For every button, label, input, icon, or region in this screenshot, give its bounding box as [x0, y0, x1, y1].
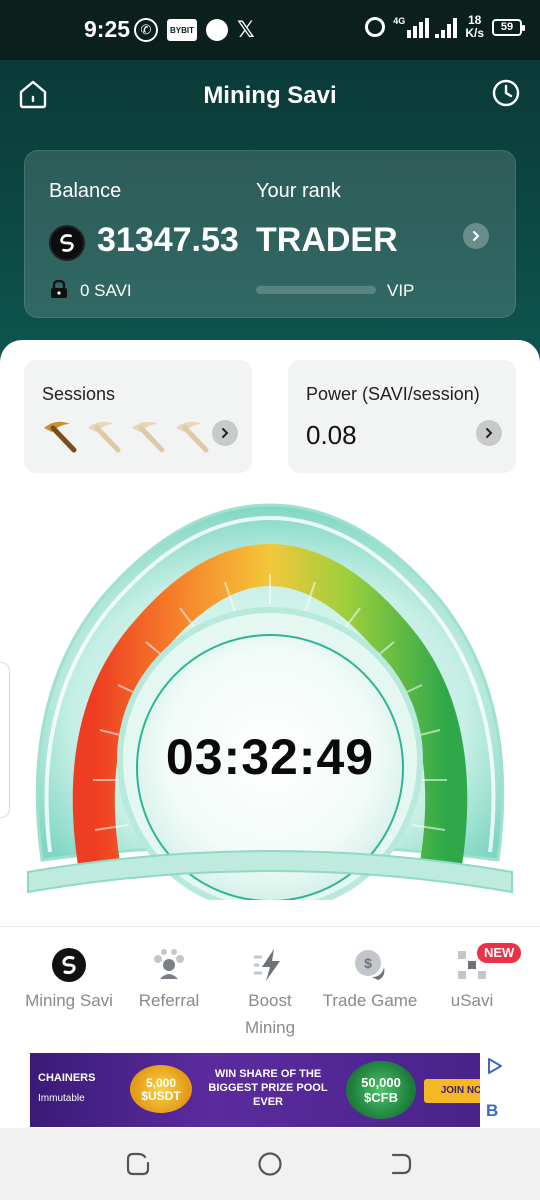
- ad-network-logo: B: [486, 1101, 499, 1120]
- balance-card: Balance Your rank 31347.53 TRADER 0 SAVI…: [24, 150, 516, 318]
- recent-apps-icon[interactable]: [125, 1151, 151, 1177]
- pickaxe-active-icon: [44, 421, 77, 453]
- chevron-right-icon: [473, 231, 480, 241]
- alarm-icon: [365, 17, 386, 37]
- pickaxe-inactive-icon: [176, 421, 209, 453]
- sessions-details-button[interactable]: [212, 420, 238, 446]
- history-clock-icon[interactable]: [492, 79, 520, 107]
- lock-icon: [51, 279, 67, 298]
- ad-prize-badge: 5,000 $USDT: [130, 1065, 192, 1113]
- new-badge: NEW: [477, 943, 522, 963]
- power-details-button[interactable]: [476, 420, 502, 446]
- savi-logo-icon: [52, 948, 86, 982]
- mining-timer: 03:32:49: [165, 729, 375, 785]
- app-dot-icon: [206, 19, 228, 41]
- network-type: 4G: [393, 16, 406, 26]
- status-bar: 9:25 ✆ BYBIT 𝕏 4G 18 K/s 59: [0, 0, 540, 60]
- nav-usavi[interactable]: uSavi NEW: [417, 943, 527, 1014]
- nav-label: Boost: [248, 991, 292, 1010]
- mining-gauge[interactable]: [20, 500, 520, 900]
- app-header: Mining Savi Balance Your rank 31347.53 T…: [0, 60, 540, 370]
- nav-trade-game[interactable]: $ Trade Game: [315, 947, 425, 1014]
- x-app-icon: 𝕏: [237, 17, 255, 42]
- signal-icon: 4G: [393, 16, 458, 38]
- balance-label: Balance: [49, 180, 122, 202]
- back-icon[interactable]: [388, 1151, 414, 1177]
- balance-value: 31347.53: [97, 221, 239, 259]
- sessions-label: Sessions: [42, 384, 116, 404]
- nav-boost-mining[interactable]: Boost Mining: [215, 947, 325, 1041]
- page-title: Mining Savi: [203, 82, 337, 109]
- sessions-card[interactable]: Sessions: [24, 360, 252, 473]
- ad-creative[interactable]: CHAINERS Immutable 5,000 $USDT WIN SHARE…: [30, 1053, 480, 1127]
- power-value: 0.08: [306, 420, 357, 450]
- ad-choices-icon[interactable]: [486, 1057, 504, 1075]
- bottom-navigation: Mining Savi Referral Boost Mining $ Trad…: [0, 926, 540, 1046]
- rank-details-button[interactable]: [463, 223, 489, 249]
- pickaxe-inactive-icon: [88, 421, 121, 453]
- coin-icon: $: [355, 950, 385, 980]
- vip-label: VIP: [387, 281, 415, 300]
- ad-banner[interactable]: CHAINERS Immutable 5,000 $USDT WIN SHARE…: [30, 1053, 510, 1127]
- network-speed: 18 K/s: [465, 14, 484, 40]
- ad-headline: WIN SHARE OF THE BIGGEST PRIZE POOL EVER: [208, 1068, 328, 1108]
- lightning-icon: [254, 949, 280, 981]
- mining-panel: Sessions Power (SAVI/session) 0.08 03:32…: [0, 340, 540, 926]
- system-navigation-bar: [0, 1128, 540, 1200]
- nav-mining-savi[interactable]: Mining Savi: [14, 947, 124, 1014]
- chevron-right-icon: [486, 428, 493, 438]
- vip-progress-bar: [256, 286, 376, 294]
- ad-brand: CHAINERS: [38, 1072, 96, 1084]
- system-icons: 4G 18 K/s 59: [365, 14, 525, 40]
- ad-brand-secondary: Immutable: [38, 1093, 85, 1104]
- nav-label-line2: Mining: [244, 1018, 296, 1037]
- nav-label: Referral: [138, 991, 200, 1010]
- nav-label: Mining Savi: [25, 991, 113, 1010]
- whatsapp-icon: ✆: [134, 18, 158, 42]
- speed-unit: K/s: [465, 26, 484, 40]
- savi-coin-icon: [49, 225, 85, 261]
- chevron-right-icon: [222, 428, 229, 438]
- svg-text:$: $: [364, 955, 372, 971]
- rank-label: Your rank: [256, 180, 341, 202]
- power-label: Power (SAVI/session): [306, 384, 480, 404]
- referral-icon: [154, 949, 184, 979]
- ad-token-badge: 50,000 $CFB: [346, 1061, 416, 1119]
- pickaxe-inactive-icon: [132, 421, 165, 453]
- rank-value: TRADER: [256, 221, 398, 259]
- home-circle-icon[interactable]: [257, 1151, 283, 1177]
- status-time: 9:25: [84, 16, 131, 42]
- nav-label: uSavi: [450, 991, 494, 1010]
- notification-icons: ✆ BYBIT 𝕏: [134, 17, 255, 43]
- power-card[interactable]: Power (SAVI/session) 0.08: [288, 360, 516, 473]
- bybit-icon: BYBIT: [167, 19, 197, 41]
- nav-referral[interactable]: Referral: [114, 947, 224, 1014]
- ad-join-button[interactable]: JOIN NOW: [424, 1079, 480, 1103]
- nav-label: Trade Game: [322, 991, 418, 1010]
- sessions-pickaxes: [40, 416, 210, 454]
- battery-icon: 59: [492, 18, 525, 36]
- locked-amount: 0 SAVI: [80, 281, 132, 300]
